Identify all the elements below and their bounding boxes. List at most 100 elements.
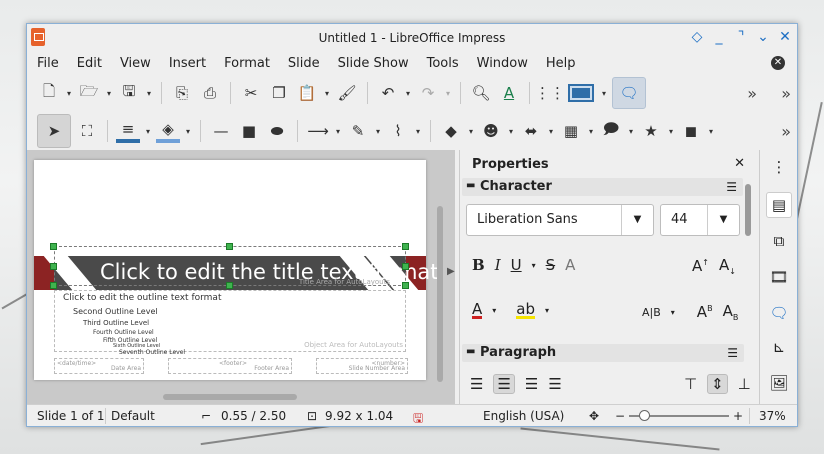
- symbol-shapes-icon[interactable]: ☻: [479, 119, 503, 143]
- collapse-section-icon[interactable]: ▬: [466, 180, 475, 191]
- callouts-icon[interactable]: 🗩: [599, 119, 623, 143]
- spacing-dropdown-icon[interactable]: ▾: [671, 308, 675, 317]
- align-top-icon[interactable]: ⊤: [684, 375, 697, 393]
- document-modified-icon[interactable]: 🖫: [413, 409, 423, 430]
- new-document-icon[interactable]: 🗋: [37, 81, 61, 105]
- horizontal-scrollbar[interactable]: [163, 394, 297, 400]
- gallery-tab-icon[interactable]: 🖼: [766, 370, 792, 396]
- shade-button[interactable]: ⌄: [755, 28, 771, 46]
- comment-icon[interactable]: 🗨: [612, 77, 646, 109]
- justify-icon[interactable]: ☰: [548, 375, 561, 393]
- menu-slide-show[interactable]: Slide Show: [338, 56, 409, 71]
- sidebar-menu-icon[interactable]: ⋮: [766, 154, 792, 180]
- rectangle-icon[interactable]: ■: [237, 119, 261, 143]
- symbol-shapes-dropdown-icon[interactable]: ▾: [507, 127, 515, 136]
- menu-tools[interactable]: Tools: [427, 56, 459, 71]
- copy-icon[interactable]: ❐: [267, 81, 291, 105]
- paragraph-section-header[interactable]: ▬ Paragraph ☰: [462, 344, 744, 362]
- line-color-dropdown-icon[interactable]: ▾: [144, 127, 152, 136]
- styles-tab-icon[interactable]: ⊾: [766, 334, 792, 360]
- curve-dropdown-icon[interactable]: ▾: [374, 127, 382, 136]
- slide-workspace[interactable]: Click to edit the title text format Titl…: [27, 150, 455, 404]
- ellipse-icon[interactable]: ⬬: [265, 119, 289, 143]
- underline-icon[interactable]: U: [511, 256, 522, 274]
- basic-shapes-dropdown-icon[interactable]: ▾: [467, 127, 475, 136]
- align-middle-icon[interactable]: ⇕: [707, 374, 728, 394]
- toolbar-overflow-icon[interactable]: »: [781, 122, 791, 141]
- menu-window[interactable]: Window: [477, 56, 528, 71]
- master-layout[interactable]: Default: [111, 409, 155, 423]
- arrow-dropdown-icon[interactable]: ▾: [334, 127, 342, 136]
- line-icon[interactable]: —: [209, 119, 233, 143]
- zoom-pan-icon[interactable]: ⛶: [75, 119, 99, 143]
- toolbar-overflow-icon[interactable]: »: [781, 84, 791, 103]
- resize-handle[interactable]: [50, 263, 57, 270]
- save-dropdown-icon[interactable]: ▾: [145, 89, 153, 98]
- bold-icon[interactable]: B: [472, 256, 485, 274]
- close-panel-icon[interactable]: ✕: [734, 156, 745, 171]
- connector-icon[interactable]: ⌇: [386, 119, 410, 143]
- slide-canvas[interactable]: Click to edit the title text format Titl…: [34, 160, 439, 380]
- font-name-combobox[interactable]: Liberation Sans ▼: [466, 204, 654, 236]
- decrease-font-icon[interactable]: A↓: [719, 256, 736, 276]
- close-document-icon[interactable]: ✕: [771, 56, 785, 70]
- menu-insert[interactable]: Insert: [169, 56, 206, 71]
- resize-handle[interactable]: [226, 243, 233, 250]
- slide-transition-tab-icon[interactable]: ⧉: [766, 228, 792, 254]
- master-slides-tab-icon[interactable]: 🗨: [766, 300, 792, 326]
- menu-help[interactable]: Help: [546, 56, 576, 71]
- 3d-objects-dropdown-icon[interactable]: ▾: [707, 127, 715, 136]
- stars-icon[interactable]: ★: [639, 119, 663, 143]
- fill-color-icon[interactable]: ◈: [156, 119, 180, 143]
- properties-tab-icon[interactable]: ▤: [766, 192, 792, 218]
- arrow-line-icon[interactable]: ⟶: [306, 119, 330, 143]
- maximize-button[interactable]: ⌝: [733, 28, 749, 46]
- superscript-icon[interactable]: AB: [697, 303, 713, 321]
- basic-shapes-icon[interactable]: ◆: [439, 119, 463, 143]
- font-size-dropdown-icon[interactable]: ▼: [707, 205, 739, 235]
- highlight-dropdown-icon[interactable]: ▾: [545, 306, 549, 315]
- highlight-color-icon[interactable]: ab: [516, 302, 535, 319]
- redo-dropdown-icon[interactable]: ▾: [444, 89, 452, 98]
- resize-handle[interactable]: [50, 282, 57, 289]
- connector-dropdown-icon[interactable]: ▾: [414, 127, 422, 136]
- align-left-icon[interactable]: ☰: [470, 375, 483, 393]
- shadow-icon[interactable]: A: [565, 256, 575, 274]
- panel-scrollbar[interactable]: [745, 184, 751, 236]
- font-color-icon[interactable]: A: [472, 302, 483, 319]
- align-right-icon[interactable]: ☰: [525, 375, 538, 393]
- zoom-level[interactable]: 37%: [759, 409, 786, 423]
- flowchart-dropdown-icon[interactable]: ▾: [587, 127, 595, 136]
- increase-font-icon[interactable]: A↑: [692, 257, 709, 275]
- paste-icon[interactable]: 📋: [295, 81, 319, 105]
- minimize-button[interactable]: _: [711, 28, 727, 46]
- character-spacing-icon[interactable]: A|B: [642, 306, 661, 319]
- resize-handle[interactable]: [402, 243, 409, 250]
- display-views-dropdown-icon[interactable]: ▾: [600, 89, 608, 98]
- menu-edit[interactable]: Edit: [77, 56, 102, 71]
- curve-icon[interactable]: ✎: [346, 119, 370, 143]
- export-pdf-icon[interactable]: ⎘: [170, 81, 194, 105]
- fill-color-dropdown-icon[interactable]: ▾: [184, 127, 192, 136]
- zoom-in-button[interactable]: +: [733, 409, 743, 423]
- date-area[interactable]: <date/time> Date Area: [54, 358, 144, 374]
- underline-dropdown-icon[interactable]: ▾: [532, 261, 536, 270]
- font-size-combobox[interactable]: 44 ▼: [660, 204, 740, 236]
- fit-slide-icon[interactable]: ✥: [589, 409, 599, 423]
- block-arrows-icon[interactable]: ⬌: [519, 119, 543, 143]
- strikethrough-icon[interactable]: S: [546, 256, 556, 274]
- align-bottom-icon[interactable]: ⊥: [738, 375, 751, 393]
- outline-placeholder[interactable]: Click to edit the outline text format Se…: [54, 290, 406, 356]
- menu-format[interactable]: Format: [224, 56, 270, 71]
- section-menu-icon[interactable]: ☰: [726, 180, 737, 194]
- collapse-section-icon[interactable]: ▬: [466, 346, 475, 357]
- menu-view[interactable]: View: [120, 56, 151, 71]
- spelling-icon[interactable]: A: [497, 81, 521, 105]
- undo-icon[interactable]: ↶: [376, 81, 400, 105]
- stars-dropdown-icon[interactable]: ▾: [667, 127, 675, 136]
- keep-above-button[interactable]: ◇: [689, 28, 705, 46]
- new-dropdown-icon[interactable]: ▾: [65, 89, 73, 98]
- animation-tab-icon[interactable]: 🎞: [766, 264, 792, 290]
- footer-area[interactable]: <footer> Footer Area: [168, 358, 292, 374]
- callouts-dropdown-icon[interactable]: ▾: [627, 127, 635, 136]
